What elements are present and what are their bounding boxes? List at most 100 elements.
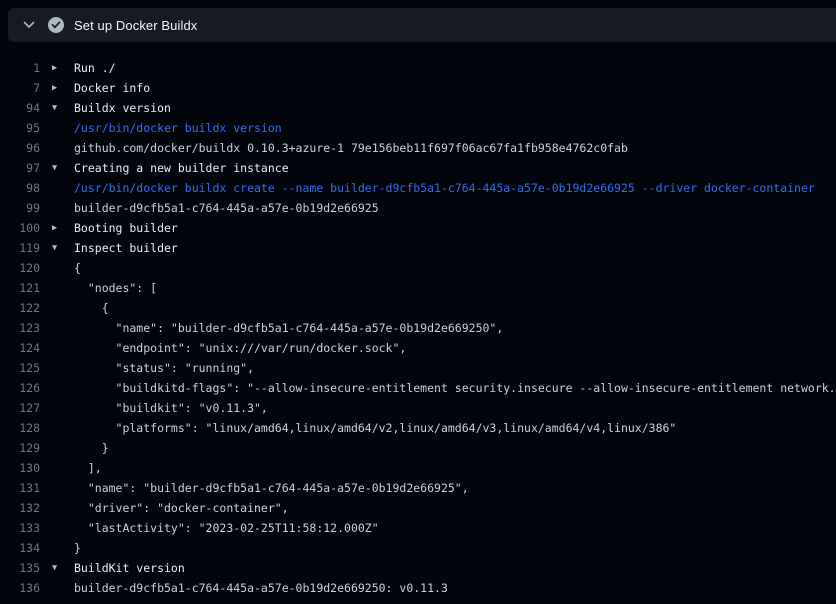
log-line-text: Creating a new builder instance: [74, 158, 289, 178]
log-line[interactable]: 120 {: [0, 258, 836, 278]
line-number[interactable]: 97: [0, 158, 40, 178]
log-line[interactable]: 133 "lastActivity": "2023-02-25T11:58:12…: [0, 518, 836, 538]
group-toggle-icon: ▼: [40, 238, 74, 258]
log-line[interactable]: 122 {: [0, 298, 836, 318]
line-number[interactable]: 136: [0, 578, 40, 598]
line-number[interactable]: 127: [0, 398, 40, 418]
step-title: Set up Docker Buildx: [74, 18, 197, 33]
group-toggle-icon: [40, 318, 74, 338]
group-toggle-icon: ▼: [40, 98, 74, 118]
group-toggle-icon: [40, 398, 74, 418]
line-number[interactable]: 100: [0, 218, 40, 238]
group-toggle-icon: [40, 518, 74, 538]
log-container: 1 ▶ Run ./ 7 ▶ Docker info 94 ▼ Buildx v…: [0, 42, 836, 598]
log-line[interactable]: 100 ▶ Booting builder: [0, 218, 836, 238]
log-line[interactable]: 94 ▼ Buildx version: [0, 98, 836, 118]
line-number[interactable]: 119: [0, 238, 40, 258]
log-line[interactable]: 129 }: [0, 438, 836, 458]
log-line[interactable]: 123 "name": "builder-d9cfb5a1-c764-445a-…: [0, 318, 836, 338]
log-line[interactable]: 136 builder-d9cfb5a1-c764-445a-a57e-0b19…: [0, 578, 836, 598]
group-toggle-icon: [40, 358, 74, 378]
line-number[interactable]: 121: [0, 278, 40, 298]
line-number[interactable]: 133: [0, 518, 40, 538]
group-toggle-icon: ▶: [40, 218, 74, 238]
log-line-text: "platforms": "linux/amd64,linux/amd64/v2…: [74, 418, 676, 438]
line-number[interactable]: 96: [0, 138, 40, 158]
log-line[interactable]: 7 ▶ Docker info: [0, 78, 836, 98]
log-line-text: BuildKit version: [74, 558, 185, 578]
log-line[interactable]: 99 builder-d9cfb5a1-c764-445a-a57e-0b19d…: [0, 198, 836, 218]
log-line[interactable]: 121 "nodes": [: [0, 278, 836, 298]
line-number[interactable]: 135: [0, 558, 40, 578]
log-line[interactable]: 130 ],: [0, 458, 836, 478]
log-line[interactable]: 131 "name": "builder-d9cfb5a1-c764-445a-…: [0, 478, 836, 498]
group-toggle-icon: [40, 298, 74, 318]
chevron-down-icon[interactable]: [21, 17, 37, 33]
log-line-text: {: [74, 298, 109, 318]
line-number[interactable]: 134: [0, 538, 40, 558]
log-line[interactable]: 128 "platforms": "linux/amd64,linux/amd6…: [0, 418, 836, 438]
group-toggle-icon: [40, 418, 74, 438]
log-line[interactable]: 134 }: [0, 538, 836, 558]
log-line-text: }: [74, 538, 81, 558]
group-toggle-icon: ▶: [40, 58, 74, 78]
log-line-text: "name": "builder-d9cfb5a1-c764-445a-a57e…: [74, 478, 469, 498]
group-toggle-icon: [40, 438, 74, 458]
log-line-text: Buildx version: [74, 98, 171, 118]
line-number[interactable]: 123: [0, 318, 40, 338]
line-number[interactable]: 98: [0, 178, 40, 198]
line-number[interactable]: 124: [0, 338, 40, 358]
log-line[interactable]: 127 "buildkit": "v0.11.3",: [0, 398, 836, 418]
group-toggle-icon: [40, 138, 74, 158]
line-number[interactable]: 132: [0, 498, 40, 518]
log-line[interactable]: 124 "endpoint": "unix:///var/run/docker.…: [0, 338, 836, 358]
group-toggle-icon: ▼: [40, 558, 74, 578]
group-toggle-icon: [40, 478, 74, 498]
group-toggle-icon: [40, 578, 74, 598]
log-line[interactable]: 1 ▶ Run ./: [0, 58, 836, 78]
line-number[interactable]: 131: [0, 478, 40, 498]
line-number[interactable]: 95: [0, 118, 40, 138]
log-line[interactable]: 98 /usr/bin/docker buildx create --name …: [0, 178, 836, 198]
group-toggle-icon: [40, 378, 74, 398]
line-number[interactable]: 94: [0, 98, 40, 118]
group-toggle-icon: [40, 178, 74, 198]
line-number[interactable]: 130: [0, 458, 40, 478]
log-line-text: Booting builder: [74, 218, 178, 238]
log-line[interactable]: 125 "status": "running",: [0, 358, 836, 378]
log-line-text: Inspect builder: [74, 238, 178, 258]
log-line[interactable]: 119 ▼ Inspect builder: [0, 238, 836, 258]
line-number[interactable]: 122: [0, 298, 40, 318]
log-line[interactable]: 97 ▼ Creating a new builder instance: [0, 158, 836, 178]
step-header[interactable]: Set up Docker Buildx: [8, 8, 836, 42]
log-line-text: "endpoint": "unix:///var/run/docker.sock…: [74, 338, 406, 358]
log-line-text: github.com/docker/buildx 0.10.3+azure-1 …: [74, 138, 628, 158]
log-line[interactable]: 95 /usr/bin/docker buildx version: [0, 118, 836, 138]
line-number[interactable]: 126: [0, 378, 40, 398]
line-number[interactable]: 1: [0, 58, 40, 78]
log-line[interactable]: 135 ▼ BuildKit version: [0, 558, 836, 578]
group-toggle-icon: [40, 538, 74, 558]
log-line-text: builder-d9cfb5a1-c764-445a-a57e-0b19d2e6…: [74, 578, 448, 598]
group-toggle-icon: [40, 278, 74, 298]
log-line-text: Docker info: [74, 78, 150, 98]
check-circle-icon: [48, 17, 64, 33]
group-toggle-icon: [40, 458, 74, 478]
line-number[interactable]: 125: [0, 358, 40, 378]
line-number[interactable]: 99: [0, 198, 40, 218]
group-toggle-icon: ▶: [40, 78, 74, 98]
line-number[interactable]: 129: [0, 438, 40, 458]
log-line[interactable]: 132 "driver": "docker-container",: [0, 498, 836, 518]
log-line[interactable]: 96 github.com/docker/buildx 0.10.3+azure…: [0, 138, 836, 158]
log-line-text: "nodes": [: [74, 278, 157, 298]
log-line-text: Run ./: [74, 58, 116, 78]
group-toggle-icon: ▼: [40, 158, 74, 178]
line-number[interactable]: 128: [0, 418, 40, 438]
group-toggle-icon: [40, 198, 74, 218]
log-line-text: "driver": "docker-container",: [74, 498, 289, 518]
line-number[interactable]: 120: [0, 258, 40, 278]
log-line[interactable]: 126 "buildkitd-flags": "--allow-insecure…: [0, 378, 836, 398]
line-number[interactable]: 7: [0, 78, 40, 98]
group-toggle-icon: [40, 258, 74, 278]
log-line-text: /usr/bin/docker buildx version: [74, 118, 282, 138]
